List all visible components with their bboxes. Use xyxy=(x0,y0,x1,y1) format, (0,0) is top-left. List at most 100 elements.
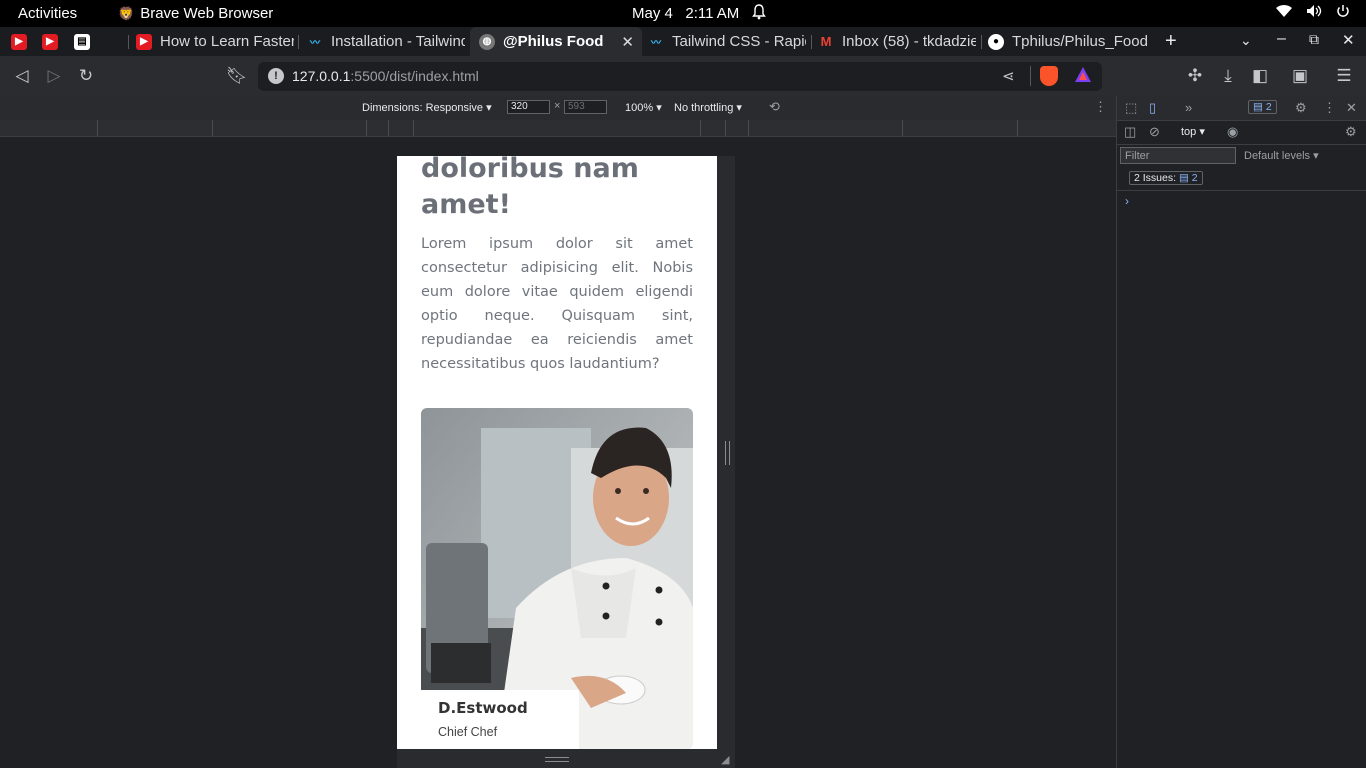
close-devtools-icon[interactable]: ✕ xyxy=(1346,100,1357,116)
ruler-segment[interactable] xyxy=(902,120,1018,136)
tab-title: Installation - Tailwind xyxy=(331,33,465,50)
tab-philus-food[interactable]: ◍ @Philus Food ✕ xyxy=(470,27,642,56)
sidebar-toggle-icon[interactable]: ◫ xyxy=(1124,124,1136,140)
activities-button[interactable]: Activities xyxy=(18,5,77,22)
clock[interactable]: May 4 2:11 AM xyxy=(632,5,739,22)
close-tab-icon[interactable]: ✕ xyxy=(621,33,634,51)
forward-icon[interactable]: ▷ xyxy=(44,66,64,86)
chef-name: D.Estwood xyxy=(438,699,528,717)
page-viewport: doloribus nam amet! Lorem ipsum dolor si… xyxy=(397,156,717,749)
ruler-segment[interactable] xyxy=(725,120,749,136)
volume-icon xyxy=(1306,4,1322,22)
console-settings-icon[interactable]: ⚙ xyxy=(1345,124,1357,140)
new-tab-icon[interactable]: + xyxy=(1165,30,1177,53)
system-top-bar: Activities 🦁 Brave Web Browser May 4 2:1… xyxy=(0,0,1366,27)
time-label: 2:11 AM xyxy=(685,5,740,22)
settings-icon[interactable]: ⚙ xyxy=(1295,100,1307,116)
console-prompt-icon[interactable]: › xyxy=(1125,194,1129,208)
share-icon[interactable]: ⋖ xyxy=(1002,67,1015,85)
levels-dropdown[interactable]: Default levels ▾ xyxy=(1244,149,1319,162)
filter-input[interactable]: Filter xyxy=(1120,147,1236,164)
notification-bell-icon[interactable] xyxy=(752,4,766,24)
filter-row: Filter Default levels ▾ xyxy=(1117,144,1366,168)
sidebar-icon[interactable]: ◧ xyxy=(1250,66,1270,86)
restore-icon[interactable]: ⧉ xyxy=(1309,31,1319,48)
issues-counter[interactable]: ▤ 2 xyxy=(1248,100,1277,114)
context-selector[interactable]: top ▾ xyxy=(1181,125,1205,138)
inspect-element-icon[interactable]: ⬚ xyxy=(1125,100,1137,116)
grip-icon xyxy=(545,757,569,762)
height-input[interactable]: 593 xyxy=(564,100,607,114)
bookmark-icon[interactable]: 🔖︎ xyxy=(226,66,248,86)
globe-icon: ◍ xyxy=(479,33,495,50)
tab-search-chevron-icon[interactable]: ⌄ xyxy=(1240,32,1252,49)
browser-toolbar: ◁ ▷ ↻ 🔖︎ ! 127.0.0.1:5500/dist/index.htm… xyxy=(0,56,1366,96)
brave-shields-icon[interactable] xyxy=(1040,66,1058,86)
tab-gmail-inbox[interactable]: M Inbox (58) - tkdadzie xyxy=(818,27,976,56)
tab-title: @Philus Food xyxy=(503,33,604,50)
tab-title: Tailwind CSS - Rapid xyxy=(672,33,806,50)
grip-icon xyxy=(725,441,730,465)
tab-strip: ▶ ▶ ▤ ▶ How to Learn Faster 〰 Installati… xyxy=(0,27,1366,56)
tab-title: Inbox (58) - tkdadzie xyxy=(842,33,976,50)
tab-installation-tailwind[interactable]: 〰 Installation - Tailwind xyxy=(307,27,465,56)
page-icon: ▤ xyxy=(74,33,90,50)
dimensions-dropdown[interactable]: Dimensions: Responsive ▾ xyxy=(362,101,492,114)
tab-pinned-youtube-2[interactable]: ▶ xyxy=(42,27,62,56)
chef-card: D.Estwood Chief Chef xyxy=(421,690,579,749)
app-menu[interactable]: 🦁 Brave Web Browser xyxy=(118,5,273,22)
close-window-icon[interactable]: ✕ xyxy=(1342,31,1355,49)
throttling-dropdown[interactable]: No throttling ▾ xyxy=(674,101,742,114)
system-status-area[interactable] xyxy=(1276,4,1350,22)
device-toggle-icon[interactable]: ▯ xyxy=(1149,100,1156,116)
tab-pinned-page[interactable]: ▤ xyxy=(74,27,94,56)
tab-title: How to Learn Faster xyxy=(160,33,294,50)
zoom-dropdown[interactable]: 100% ▾ xyxy=(625,101,662,114)
minimize-icon[interactable]: – xyxy=(1277,30,1286,48)
brave-rewards-icon[interactable] xyxy=(1074,66,1092,89)
ruler-segment[interactable] xyxy=(748,120,903,136)
resize-handle-bottom[interactable]: ◢ xyxy=(397,749,735,768)
ruler-segment[interactable] xyxy=(0,120,98,136)
tab-separator xyxy=(298,35,299,49)
gmail-icon: M xyxy=(820,34,832,49)
address-bar[interactable]: ! 127.0.0.1:5500/dist/index.html ⋖ xyxy=(258,62,1102,91)
rotate-icon[interactable]: ⟲ xyxy=(769,99,780,115)
tab-separator xyxy=(811,35,812,49)
extensions-icon[interactable]: ✣ xyxy=(1185,66,1205,86)
ruler-segment[interactable] xyxy=(700,120,726,136)
wallet-icon[interactable]: ▣ xyxy=(1290,66,1310,86)
device-toolbar: Dimensions: Responsive ▾ 320 × 593 100% … xyxy=(0,96,1116,120)
tab-github-repo[interactable]: ● Tphilus/Philus_Food xyxy=(988,27,1148,56)
corner-resize-icon[interactable]: ◢ xyxy=(721,753,729,766)
resize-handle-right[interactable] xyxy=(717,156,735,749)
live-expression-eye-icon[interactable]: ◉ xyxy=(1227,124,1238,140)
back-icon[interactable]: ◁ xyxy=(12,66,32,86)
intro-paragraph: Lorem ipsum dolor sit amet consectetur a… xyxy=(421,236,693,372)
ruler-segment[interactable] xyxy=(97,120,213,136)
devtools-toolbar: ⬚ ▯ » ▤ 2 ⚙ ⋮ ✕ xyxy=(1117,96,1366,121)
devtools-panel: ⬚ ▯ » ▤ 2 ⚙ ⋮ ✕ ◫ ⊘ top ▾ ◉ ⚙ Filter Def… xyxy=(1116,96,1366,768)
clear-console-icon[interactable]: ⊘ xyxy=(1149,124,1160,140)
issues-link[interactable]: 2 Issues: ▤ 2 xyxy=(1129,171,1203,185)
downloads-icon[interactable]: ⤓ xyxy=(1218,66,1238,86)
site-info-icon[interactable]: ! xyxy=(268,68,284,84)
tailwind-icon: 〰 xyxy=(310,38,320,49)
ruler-segment[interactable] xyxy=(212,120,367,136)
ruler-segment[interactable] xyxy=(413,120,701,136)
ruler-segment[interactable] xyxy=(366,120,389,136)
menu-icon[interactable]: ☰ xyxy=(1334,66,1354,86)
tab-pinned-youtube-1[interactable]: ▶ xyxy=(11,27,31,56)
customize-icon[interactable]: ⋮ xyxy=(1323,100,1336,116)
width-input[interactable]: 320 xyxy=(507,100,550,114)
more-tabs-icon[interactable]: » xyxy=(1185,100,1192,115)
media-query-ruler xyxy=(0,120,1116,137)
url-text[interactable]: 127.0.0.1:5500/dist/index.html xyxy=(292,68,479,84)
more-options-icon[interactable]: ⋮ xyxy=(1094,99,1107,115)
console-toolbar: ◫ ⊘ top ▾ ◉ ⚙ xyxy=(1117,120,1366,145)
reload-icon[interactable]: ↻ xyxy=(76,66,96,86)
tab-tailwind-css[interactable]: 〰 Tailwind CSS - Rapid xyxy=(648,27,806,56)
tab-how-to-learn[interactable]: ▶ How to Learn Faster xyxy=(136,27,294,56)
brave-lion-icon: 🦁 xyxy=(118,5,135,21)
ruler-segment[interactable] xyxy=(388,120,414,136)
